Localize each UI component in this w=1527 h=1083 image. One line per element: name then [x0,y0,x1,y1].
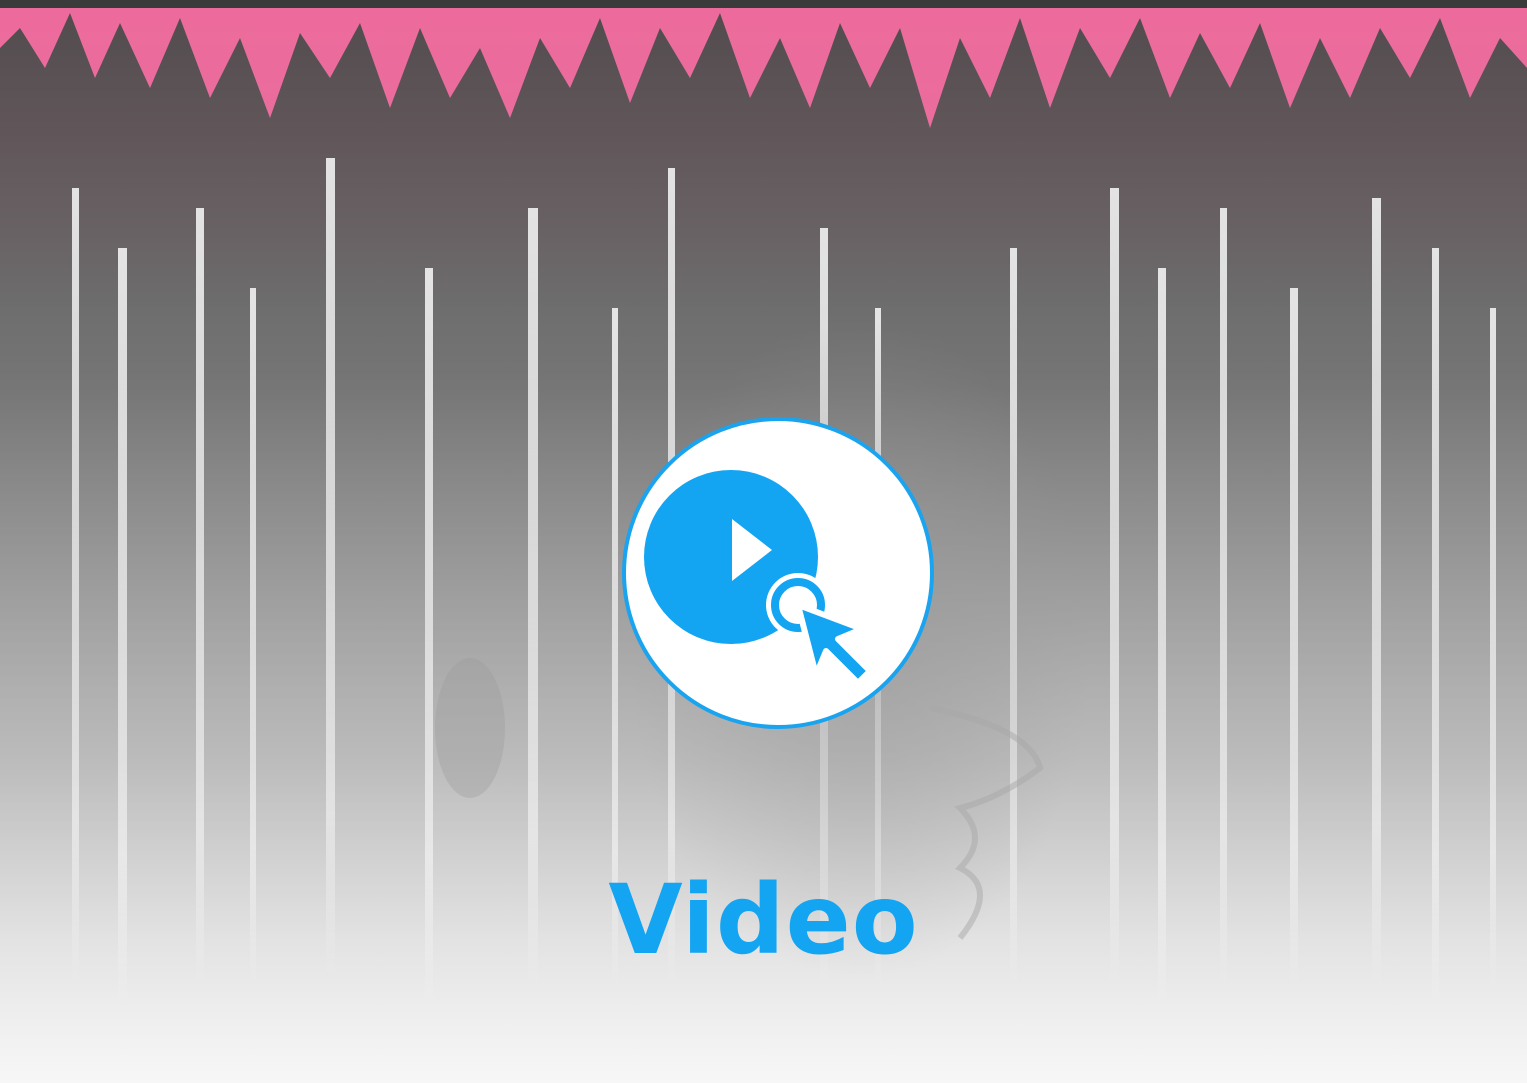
play-video-button[interactable] [622,417,934,729]
video-tile[interactable]: Video [0,0,1527,1083]
top-border [0,0,1527,8]
play-cursor-icon [644,470,873,686]
video-label[interactable]: Video [0,860,1527,980]
